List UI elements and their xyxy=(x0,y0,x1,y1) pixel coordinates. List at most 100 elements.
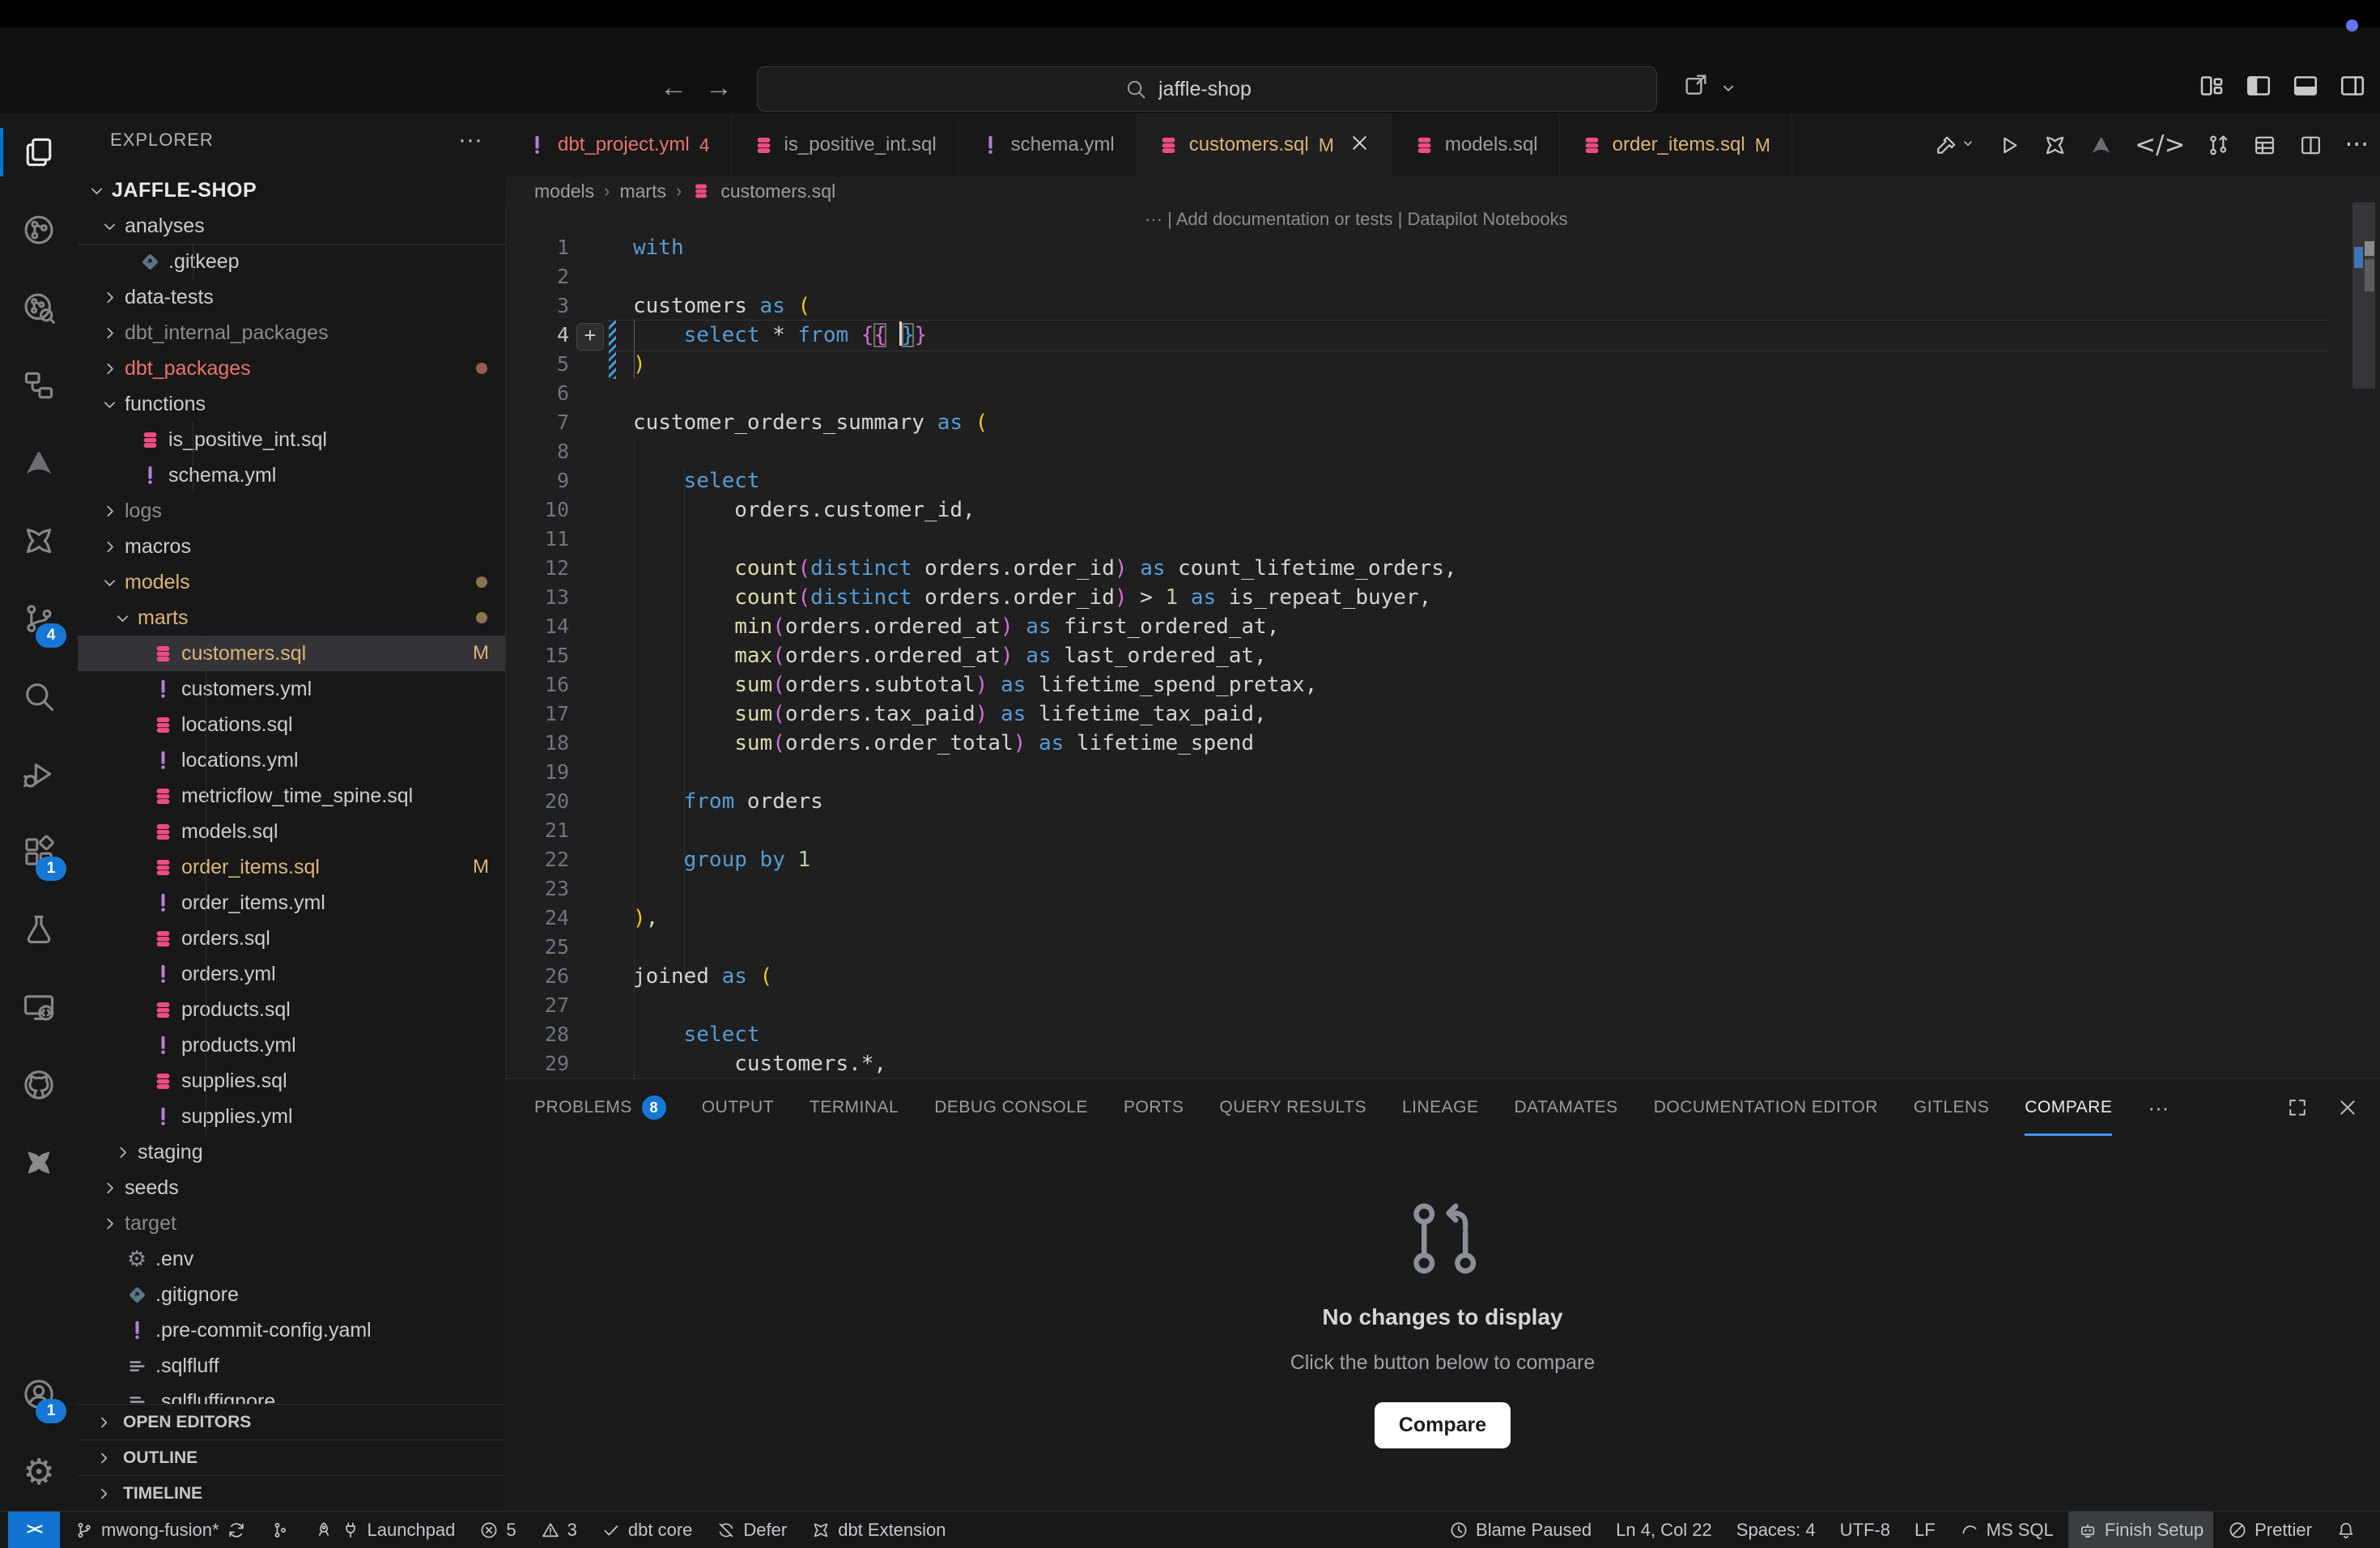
tree-item-order-items-yml[interactable]: order_items.yml xyxy=(78,885,505,921)
toggle-sidebar-icon[interactable] xyxy=(2244,71,2273,100)
tree-item-logs[interactable]: logs xyxy=(78,493,505,529)
tree-item-marts[interactable]: marts xyxy=(78,600,505,636)
tree-item-supplies-yml[interactable]: supplies.yml xyxy=(78,1099,505,1134)
toggle-panel-icon[interactable] xyxy=(2291,71,2320,100)
tree-item-is-positive-int-sql[interactable]: is_positive_int.sql xyxy=(78,422,505,457)
nav-back-icon[interactable]: ← xyxy=(657,71,690,104)
breadcrumb-item[interactable]: models xyxy=(534,181,594,202)
sidebar-section-outline[interactable]: OUTLINE xyxy=(78,1440,505,1475)
codelens[interactable]: ··· | Add documentation or tests | Datap… xyxy=(1145,206,1568,233)
status-notifications[interactable] xyxy=(2327,1512,2365,1548)
tree-item-order-items-sql[interactable]: order_items.sqlM xyxy=(78,849,505,885)
compare-button[interactable]: Compare xyxy=(1375,1402,1511,1448)
status-cursor-position[interactable]: Ln 4, Col 22 xyxy=(1606,1512,1722,1548)
activity-item-dbt-lineage[interactable] xyxy=(0,191,78,269)
search-input[interactable] xyxy=(1157,77,1290,102)
panel-tab-output[interactable]: OUTPUT xyxy=(702,1079,774,1136)
activity-item-altimate[interactable] xyxy=(0,424,78,502)
close-icon[interactable] xyxy=(1349,132,1371,159)
tree-item-products-yml[interactable]: products.yml xyxy=(78,1027,505,1063)
tree-item-target[interactable]: target xyxy=(78,1206,505,1241)
action-dbt-test-action[interactable] xyxy=(2042,133,2068,158)
activity-item-testing[interactable] xyxy=(0,891,78,968)
activity-item-github[interactable] xyxy=(0,1046,78,1124)
action-run-query[interactable] xyxy=(1996,133,2021,158)
tree-item-gitignore[interactable]: .gitignore xyxy=(78,1277,505,1312)
tab-order-items-sql[interactable]: order_items.sqlM xyxy=(1560,113,1792,176)
status-encoding[interactable]: UTF-8 xyxy=(1830,1512,1900,1548)
action-altimate-action[interactable] xyxy=(2089,133,2114,158)
tree-item-sqlfluff[interactable]: .sqlfluff xyxy=(78,1348,505,1384)
customize-layout-icon[interactable] xyxy=(2197,71,2226,100)
action-split-editor[interactable] xyxy=(2298,133,2323,158)
action-build-action[interactable] xyxy=(1934,133,1975,158)
activity-item-dbt-filled[interactable] xyxy=(0,1124,78,1201)
nav-forward-icon[interactable]: → xyxy=(703,71,735,104)
code-editor[interactable]: 1234567891011121314151617181920212223242… xyxy=(505,233,2352,1078)
tab-models-sql[interactable]: models.sql xyxy=(1392,113,1560,176)
status-defer[interactable]: Defer xyxy=(707,1512,797,1548)
activity-item-dbt-power-user[interactable] xyxy=(0,502,78,580)
tree-item-gitkeep[interactable]: .gitkeep xyxy=(78,244,505,279)
tree-item-models-sql[interactable]: models.sql xyxy=(78,814,505,849)
status-prettier[interactable]: Prettier xyxy=(2218,1512,2322,1548)
tree-item-functions[interactable]: functions xyxy=(78,386,505,422)
status-git-branch[interactable]: mwong-fusion* xyxy=(65,1512,256,1548)
share-sparkle-icon[interactable] xyxy=(1682,71,1710,99)
tab-dbt-project-yml[interactable]: dbt_project.yml4 xyxy=(505,113,732,176)
tree-item-pre-commit-config-yaml[interactable]: .pre-commit-config.yaml xyxy=(78,1312,505,1348)
activity-item-dbt-query-explorer[interactable] xyxy=(0,269,78,347)
status-launchpad[interactable]: Launchpad xyxy=(304,1512,465,1548)
panel-tab-query-results[interactable]: QUERY RESULTS xyxy=(1219,1079,1366,1136)
tree-item-env[interactable]: ⚙.env xyxy=(78,1241,505,1277)
status-problems-warnings[interactable]: 3 xyxy=(531,1512,587,1548)
status-compare-commits[interactable] xyxy=(261,1512,300,1548)
breadcrumb-item[interactable]: marts xyxy=(619,181,666,202)
activity-item-run-debug[interactable] xyxy=(0,735,78,813)
tree-item-products-sql[interactable]: products.sql xyxy=(78,992,505,1027)
more-actions-icon[interactable]: ··· xyxy=(458,126,482,154)
activity-item-extensions[interactable]: 1 xyxy=(0,813,78,891)
status-language-mode[interactable]: MS SQL xyxy=(1950,1512,2063,1548)
status-problems-errors[interactable]: 5 xyxy=(470,1512,525,1548)
tree-item-dbt-internal-packages[interactable]: dbt_internal_packages xyxy=(78,315,505,351)
tree-item-schema-yml[interactable]: schema.yml xyxy=(78,457,505,493)
activity-item-account[interactable]: 1 xyxy=(0,1355,78,1433)
action-git-compare-action[interactable] xyxy=(2206,133,2231,158)
tree-item-customers-yml[interactable]: customers.yml xyxy=(78,671,505,707)
panel-tab-compare[interactable]: COMPARE xyxy=(2025,1079,2112,1136)
tree-item-analyses[interactable]: analyses xyxy=(78,208,505,244)
tree-item-dbt-packages[interactable]: dbt_packages xyxy=(78,351,505,386)
action-more-actions[interactable]: ··· xyxy=(2344,133,2369,158)
tree-item-data-tests[interactable]: data-tests xyxy=(78,279,505,315)
chevron-down-icon[interactable] xyxy=(1719,79,1737,97)
tree-item-locations-sql[interactable]: locations.sql xyxy=(78,707,505,742)
activity-item-remote-explorer[interactable] xyxy=(0,968,78,1046)
tree-item-models[interactable]: models xyxy=(78,564,505,600)
panel-tab-gitlens[interactable]: GITLENS xyxy=(1914,1079,1989,1136)
tab-is-positive-int-sql[interactable]: is_positive_int.sql xyxy=(732,113,958,176)
tree-item-staging[interactable]: staging xyxy=(78,1134,505,1170)
panel-tab-datamates[interactable]: DATAMATES xyxy=(1515,1079,1618,1136)
panel-tab-debug-console[interactable]: DEBUG CONSOLE xyxy=(934,1079,1088,1136)
activity-item-settings[interactable]: ⚙ xyxy=(0,1433,78,1511)
activity-item-search[interactable] xyxy=(0,657,78,735)
tree-item-supplies-sql[interactable]: supplies.sql xyxy=(78,1063,505,1099)
tree-item-seeds[interactable]: seeds xyxy=(78,1170,505,1206)
status-indentation[interactable]: Spaces: 4 xyxy=(1727,1512,1825,1548)
panel-tab-ports[interactable]: PORTS xyxy=(1124,1079,1184,1136)
status-blame-status[interactable]: Blame Paused xyxy=(1439,1512,1601,1548)
close-panel-icon[interactable] xyxy=(2336,1096,2359,1119)
tree-item-jaffle-shop[interactable]: JAFFLE-SHOP xyxy=(78,172,505,208)
tree-item-orders-yml[interactable]: orders.yml xyxy=(78,956,505,992)
action-compile-sql[interactable]: </> xyxy=(2135,133,2185,158)
sidebar-section-open-editors[interactable]: OPEN EDITORS xyxy=(78,1404,505,1440)
command-center-search[interactable] xyxy=(757,66,1657,112)
tree-item-customers-sql[interactable]: customers.sqlM xyxy=(78,636,505,671)
tab-customers-sql[interactable]: customers.sqlM xyxy=(1137,113,1392,176)
status-dbt-core[interactable]: dbt core xyxy=(592,1512,703,1548)
breadcrumb-file[interactable]: customers.sql xyxy=(720,181,835,202)
gutter-plus-button[interactable]: + xyxy=(576,323,604,351)
maximize-panel-icon[interactable] xyxy=(2286,1096,2309,1119)
status-dbt-extension[interactable]: dbt Extension xyxy=(801,1512,955,1548)
